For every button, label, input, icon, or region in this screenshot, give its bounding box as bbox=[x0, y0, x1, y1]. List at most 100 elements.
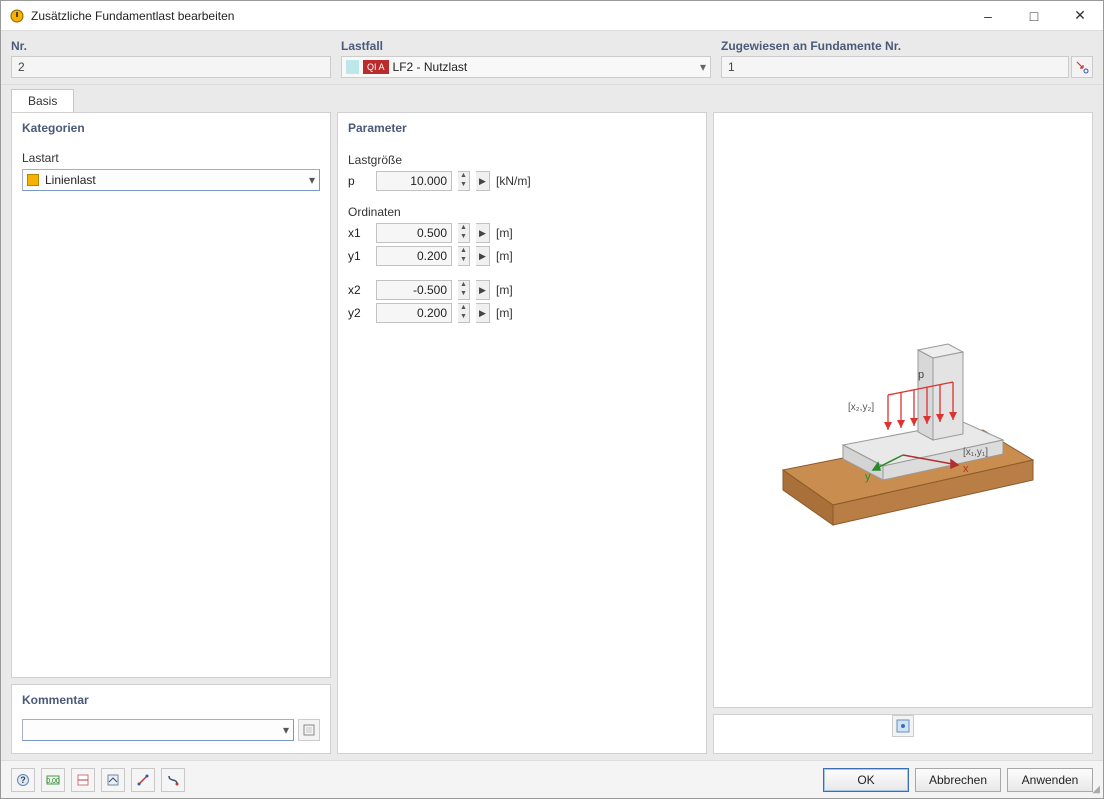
units-button[interactable]: 0,00 bbox=[41, 768, 65, 792]
tool-button-5[interactable] bbox=[131, 768, 155, 792]
x1-value: 0.500 bbox=[417, 226, 447, 240]
p-label: p bbox=[348, 174, 370, 188]
header-fields: Nr. 2 Lastfall .. QI A LF2 - Nutzlast ▾ … bbox=[1, 31, 1103, 85]
nr-value: 2 bbox=[18, 60, 25, 74]
preview-y-axis: y bbox=[865, 471, 871, 483]
preview-x-axis: x bbox=[963, 463, 969, 475]
x1-row: x1 0.500 ▲▼ ▶ [m] bbox=[348, 223, 696, 243]
y2-label: y2 bbox=[348, 306, 370, 320]
x2-menu-button[interactable]: ▶ bbox=[476, 280, 490, 300]
p-unit: [kN/m] bbox=[496, 174, 531, 188]
y2-unit: [m] bbox=[496, 306, 513, 320]
maximize-button[interactable]: □ bbox=[1011, 1, 1057, 30]
y1-row: y1 0.200 ▲▼ ▶ [m] bbox=[348, 246, 696, 266]
y2-row: y2 0.200 ▲▼ ▶ [m] bbox=[348, 303, 696, 323]
lastfall-label: Lastfall bbox=[341, 39, 711, 53]
help-button[interactable]: ? bbox=[11, 768, 35, 792]
lastgroesse-label: Lastgröße bbox=[348, 153, 696, 167]
y1-value: 0.200 bbox=[417, 249, 447, 263]
lastart-label: Lastart bbox=[22, 151, 59, 165]
chevron-down-icon: ▾ bbox=[309, 173, 315, 187]
x2-label: x2 bbox=[348, 283, 370, 297]
lastfall-value: LF2 - Nutzlast bbox=[393, 60, 468, 74]
y1-spinner[interactable]: ▲▼ bbox=[458, 246, 470, 266]
preview-p-label: p bbox=[918, 369, 924, 381]
dialog-body: Kategorien Lastart Linienlast ▾ Kom bbox=[1, 112, 1103, 760]
assign-group: Zugewiesen an Fundamente Nr. 1 bbox=[721, 39, 1093, 78]
chevron-down-icon: ▾ bbox=[700, 60, 706, 74]
parameter-heading: Parameter bbox=[338, 113, 706, 141]
x1-unit: [m] bbox=[496, 226, 513, 240]
x1-input[interactable]: 0.500 bbox=[376, 223, 452, 243]
resize-grip-icon[interactable]: ◢ bbox=[1092, 784, 1100, 795]
foundation-preview-icon: p [x₂,y₂] [x₁,y₁] y x bbox=[753, 280, 1053, 540]
right-column: p [x₂,y₂] [x₁,y₁] y x bbox=[713, 112, 1093, 754]
categories-heading: Kategorien bbox=[12, 113, 330, 141]
y1-menu-button[interactable]: ▶ bbox=[476, 246, 490, 266]
ordinaten-label: Ordinaten bbox=[348, 205, 696, 219]
tab-basis[interactable]: Basis bbox=[11, 89, 74, 112]
p-spinner[interactable]: ▲▼ bbox=[458, 171, 470, 191]
y1-unit: [m] bbox=[496, 249, 513, 263]
lastfall-badge: QI A bbox=[363, 60, 389, 74]
svg-text:0,00: 0,00 bbox=[46, 778, 60, 785]
lastart-swatch-icon bbox=[27, 174, 39, 186]
window-buttons: – □ ✕ bbox=[965, 1, 1103, 30]
nr-group: Nr. 2 bbox=[11, 39, 331, 78]
comment-edit-button[interactable] bbox=[298, 719, 320, 741]
nr-label: Nr. bbox=[11, 39, 331, 53]
lastart-value: Linienlast bbox=[45, 173, 96, 187]
tool-button-6[interactable] bbox=[161, 768, 185, 792]
lastfall-select[interactable]: .. QI A LF2 - Nutzlast ▾ bbox=[341, 56, 711, 78]
lastfall-color-swatch: .. bbox=[346, 60, 359, 74]
preview-p1-label: [x₂,y₂] bbox=[848, 402, 874, 413]
assign-value: 1 bbox=[728, 60, 735, 74]
tool-button-3[interactable] bbox=[71, 768, 95, 792]
comment-heading: Kommentar bbox=[12, 685, 330, 713]
preview-p2-label: [x₁,y₁] bbox=[963, 447, 988, 458]
y1-input[interactable]: 0.200 bbox=[376, 246, 452, 266]
x1-spinner[interactable]: ▲▼ bbox=[458, 223, 470, 243]
window-title: Zusätzliche Fundamentlast bearbeiten bbox=[31, 9, 965, 23]
cancel-button[interactable]: Abbrechen bbox=[915, 768, 1001, 792]
comment-panel: Kommentar ▾ bbox=[11, 684, 331, 754]
assign-input[interactable]: 1 bbox=[721, 56, 1069, 78]
x1-menu-button[interactable]: ▶ bbox=[476, 223, 490, 243]
chevron-down-icon: ▾ bbox=[283, 723, 289, 737]
lastfall-group: Lastfall .. QI A LF2 - Nutzlast ▾ bbox=[341, 39, 711, 78]
comment-input[interactable]: ▾ bbox=[22, 719, 294, 741]
x1-label: x1 bbox=[348, 226, 370, 240]
x2-row: x2 -0.500 ▲▼ ▶ [m] bbox=[348, 280, 696, 300]
close-button[interactable]: ✕ bbox=[1057, 1, 1103, 30]
pick-foundation-button[interactable] bbox=[1071, 56, 1093, 78]
tab-bar: Basis bbox=[1, 85, 1103, 112]
y2-input[interactable]: 0.200 bbox=[376, 303, 452, 323]
x2-value: -0.500 bbox=[413, 283, 447, 297]
assign-label: Zugewiesen an Fundamente Nr. bbox=[721, 39, 1093, 53]
dialog-window: Zusätzliche Fundamentlast bearbeiten – □… bbox=[0, 0, 1104, 799]
apply-button[interactable]: Anwenden bbox=[1007, 768, 1093, 792]
preview-toolbar bbox=[713, 714, 1093, 754]
y2-menu-button[interactable]: ▶ bbox=[476, 303, 490, 323]
minimize-button[interactable]: – bbox=[965, 1, 1011, 30]
y1-label: y1 bbox=[348, 249, 370, 263]
lastart-select[interactable]: Linienlast ▾ bbox=[22, 169, 320, 191]
y2-spinner[interactable]: ▲▼ bbox=[458, 303, 470, 323]
footer: ? 0,00 OK Abbrechen Anwenden bbox=[1, 760, 1103, 798]
categories-panel: Kategorien Lastart Linienlast ▾ bbox=[11, 112, 331, 678]
x2-spinner[interactable]: ▲▼ bbox=[458, 280, 470, 300]
titlebar: Zusätzliche Fundamentlast bearbeiten – □… bbox=[1, 1, 1103, 31]
preview-panel: p [x₂,y₂] [x₁,y₁] y x bbox=[713, 112, 1093, 708]
tool-button-4[interactable] bbox=[101, 768, 125, 792]
p-value: 10.000 bbox=[410, 174, 447, 188]
x2-input[interactable]: -0.500 bbox=[376, 280, 452, 300]
nr-input[interactable]: 2 bbox=[11, 56, 331, 78]
left-column: Kategorien Lastart Linienlast ▾ Kom bbox=[11, 112, 331, 754]
preview-settings-button[interactable] bbox=[892, 715, 914, 737]
p-input[interactable]: 10.000 bbox=[376, 171, 452, 191]
p-row: p 10.000 ▲▼ ▶ [kN/m] bbox=[348, 171, 696, 191]
parameter-panel: Parameter Lastgröße p 10.000 ▲▼ ▶ [kN/m]… bbox=[337, 112, 707, 754]
ok-button[interactable]: OK bbox=[823, 768, 909, 792]
svg-text:?: ? bbox=[20, 775, 26, 785]
p-menu-button[interactable]: ▶ bbox=[476, 171, 490, 191]
